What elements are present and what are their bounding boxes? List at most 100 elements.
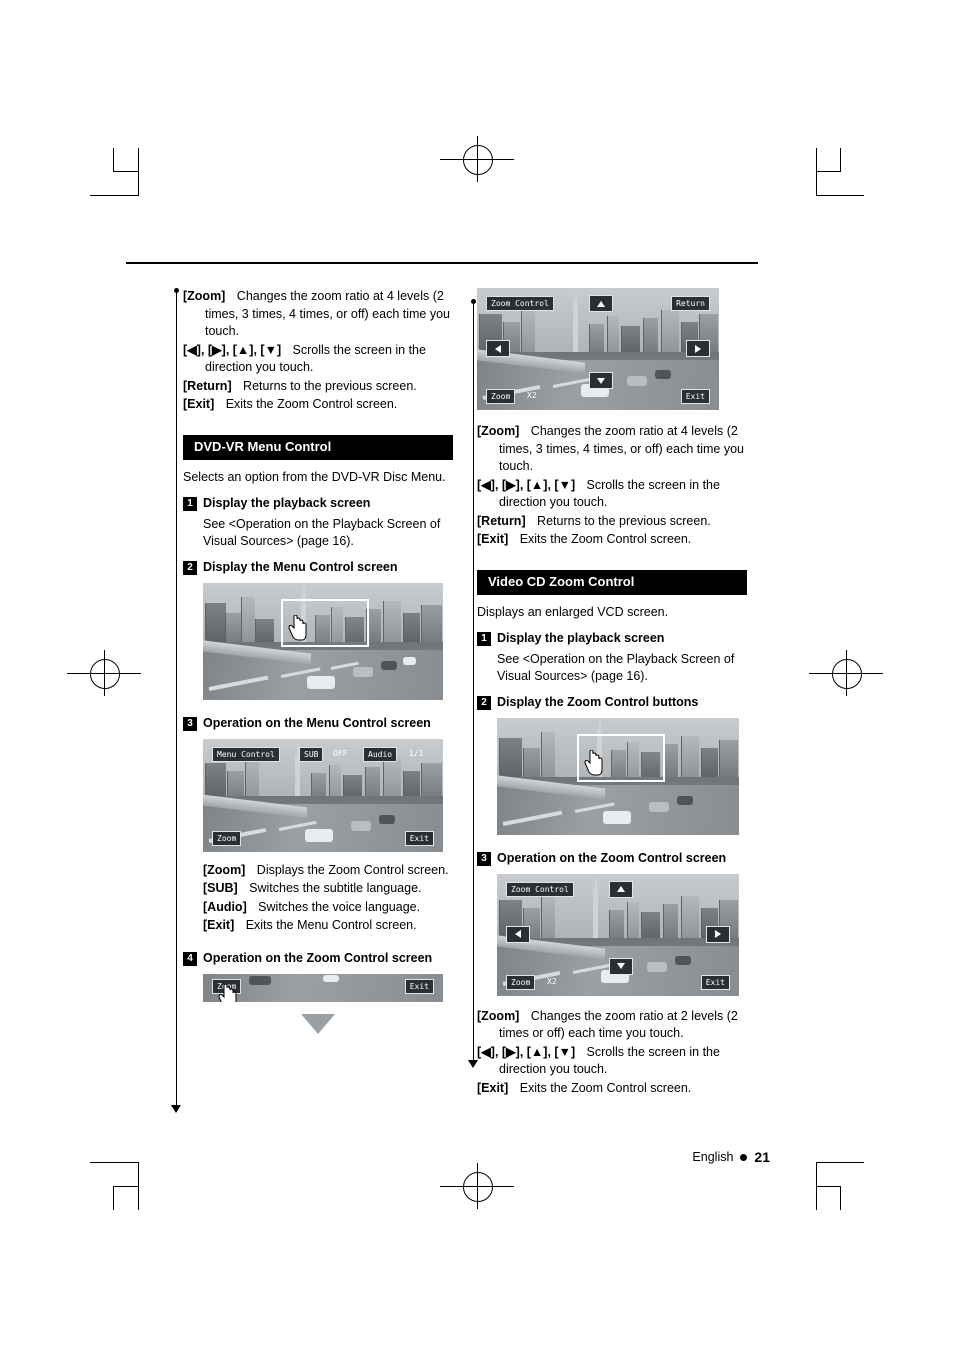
osd-zoom-button[interactable]: Zoom: [212, 830, 242, 846]
crop-mark-bottom-left-h: [90, 1162, 138, 1163]
step-number: 4: [183, 951, 197, 966]
bullet-key: [Exit]: [183, 397, 215, 411]
osd-exit-button[interactable]: Exit: [404, 978, 434, 994]
crop-mark-bottom-right-v2: [840, 1186, 841, 1210]
bullet-text: Displays the Zoom Control screen.: [256, 862, 449, 877]
osd-zoom-value: X2: [547, 976, 557, 986]
step-number: 2: [477, 695, 491, 710]
osd-audio-label[interactable]: Audio: [363, 746, 398, 762]
crop-mark-bottom-left-v2: [113, 1186, 114, 1210]
step-number: 3: [183, 716, 197, 731]
bullet-text: Returns to the previous screen.: [243, 378, 417, 393]
step-1-body: See <Operation on the Playback Screen of…: [497, 651, 735, 683]
section-lead: Displays an enlarged VCD screen.: [477, 604, 669, 619]
bullet-audio: [Audio] Switches the voice language.: [203, 899, 453, 917]
bullet-text: Changes the zoom ratio at 2 levels (2 ti…: [499, 1008, 738, 1041]
crop-mark-bottom-left-v: [138, 1162, 139, 1210]
bullet-exit: [Exit] Exits the Zoom Control screen.: [477, 1080, 747, 1098]
bullet-arrows: [◀], [▶], [▲], [▼] Scrolls the screen in…: [477, 1044, 747, 1079]
osd-audio-value: 1/1: [409, 748, 424, 758]
left-column: [Zoom] Changes the zoom ratio at 4 level…: [183, 288, 453, 1040]
bullet-zoom: [Zoom] Changes the zoom ratio at 4 level…: [477, 423, 747, 476]
manual-page: [Zoom] Changes the zoom ratio at 4 level…: [0, 0, 954, 1350]
bullet-text: Exits the Zoom Control screen.: [225, 397, 398, 411]
bullet-key: [◀], [▶], [▲], [▼]: [477, 1044, 576, 1059]
bullet-key: [Exit]: [477, 532, 509, 546]
crop-mark-top-right-v2: [840, 148, 841, 172]
header-rule: [126, 262, 758, 264]
crop-mark-top-left-h2: [113, 171, 138, 172]
bullet-key: [SUB]: [203, 881, 238, 895]
osd-zoom-value: X2: [527, 391, 537, 400]
page-footer: English 21: [692, 1149, 770, 1165]
osd-exit-button[interactable]: Exit: [700, 974, 730, 990]
registration-mark-right: [832, 659, 862, 689]
scroll-right-button[interactable]: [686, 340, 710, 357]
bullet-arrows: [◀], [▶], [▲], [▼] Scrolls the screen in…: [183, 342, 453, 377]
scroll-left-button[interactable]: [486, 340, 510, 357]
osd-sub-value: OFF: [333, 748, 348, 758]
step-title: Display the Zoom Control buttons: [497, 694, 699, 709]
footer-dot-icon: [740, 1153, 748, 1161]
osd-sub-label[interactable]: SUB: [299, 746, 324, 762]
bullet-key: [◀], [▶], [▲], [▼]: [183, 342, 282, 357]
osd-exit-button[interactable]: Exit: [680, 389, 710, 404]
osd-zoom-control-title: Zoom Control: [506, 881, 574, 897]
left-flow-arrow: [171, 1105, 181, 1113]
osd-return-button[interactable]: Return: [671, 296, 710, 311]
osd-zoom-button[interactable]: Zoom: [486, 389, 516, 404]
bullet-key: [Zoom]: [203, 862, 246, 877]
bullet-key: [Return]: [477, 513, 526, 528]
section-header-video-cd-zoom-control: Video CD Zoom Control: [477, 569, 747, 595]
hand-pointer-icon: [583, 749, 603, 775]
right-flow-line: [473, 303, 474, 1063]
bullet-key: [◀], [▶], [▲], [▼]: [477, 477, 576, 492]
scroll-right-button[interactable]: [706, 925, 730, 943]
footer-page-number: 21: [754, 1149, 770, 1165]
continue-arrow-icon: [301, 1013, 335, 1034]
right-column: Zoom Control Return Zoom X2 Exit [Zoom] …: [477, 288, 747, 1098]
bullet-zoom: [Zoom] Changes the zoom ratio at 4 level…: [183, 288, 453, 341]
registration-line-bottom-v: [477, 1163, 478, 1209]
bullet-key: [Exit]: [477, 1080, 509, 1095]
step-title: Display the playback screen: [497, 630, 665, 645]
bullet-exit: [Exit] Exits the Zoom Control screen.: [477, 531, 747, 549]
bullet-key: [Exit]: [203, 918, 235, 932]
bullet-text: Switches the subtitle language.: [249, 881, 422, 895]
scroll-left-button[interactable]: [506, 925, 530, 943]
figure-menu-control-touch: [203, 582, 443, 700]
step-number: 1: [477, 631, 491, 646]
scroll-up-button[interactable]: [609, 880, 633, 898]
crop-mark-top-left-v2: [113, 148, 114, 172]
right-top-bullets: [Zoom] Changes the zoom ratio at 4 level…: [477, 423, 747, 549]
crop-mark-bottom-right-h2: [816, 1186, 841, 1187]
osd-menu-control-title: Menu Control: [212, 746, 280, 762]
osd-exit-button[interactable]: Exit: [404, 830, 434, 846]
bullet-text: Exits the Menu Control screen.: [245, 918, 417, 932]
scroll-up-button[interactable]: [589, 295, 613, 312]
step-3: 3 Operation on the Menu Control screen: [183, 716, 453, 731]
bullet-text: Switches the voice language.: [258, 899, 421, 914]
bullet-text: Changes the zoom ratio at 4 levels (2 ti…: [499, 424, 744, 473]
left-flow-line: [176, 292, 177, 1112]
bullet-exit: [Exit] Exits the Zoom Control screen.: [183, 396, 453, 414]
bullet-text: Changes the zoom ratio at 4 levels (2 ti…: [205, 289, 450, 338]
crop-mark-top-left-h: [90, 195, 138, 196]
scroll-down-button[interactable]: [589, 372, 613, 389]
bullet-arrows: [◀], [▶], [▲], [▼] Scrolls the screen in…: [477, 477, 747, 512]
scroll-down-button[interactable]: [609, 957, 633, 975]
bullet-key: [Audio]: [203, 899, 247, 914]
step-3: 3 Operation on the Zoom Control screen: [477, 851, 747, 866]
section-lead: Selects an option from the DVD-VR Disc M…: [183, 469, 446, 484]
bullet-text: Exits the Zoom Control screen.: [519, 1080, 692, 1095]
bullet-key: [Return]: [183, 378, 232, 393]
bullet-return: [Return] Returns to the previous screen.: [477, 513, 747, 531]
osd-zoom-button[interactable]: Zoom: [506, 974, 536, 990]
step-number: 2: [183, 560, 197, 575]
section-header-dvdvr-menu-control: DVD-VR Menu Control: [183, 434, 453, 460]
bullet-exit: [Exit] Exits the Menu Control screen.: [203, 917, 453, 935]
bullet-text: Returns to the previous screen.: [537, 513, 711, 528]
section-title: Video CD Zoom Control: [480, 569, 747, 595]
menu-control-bullets: [Zoom] Displays the Zoom Control screen.…: [203, 862, 453, 935]
crop-mark-bottom-right-h: [816, 1162, 864, 1163]
